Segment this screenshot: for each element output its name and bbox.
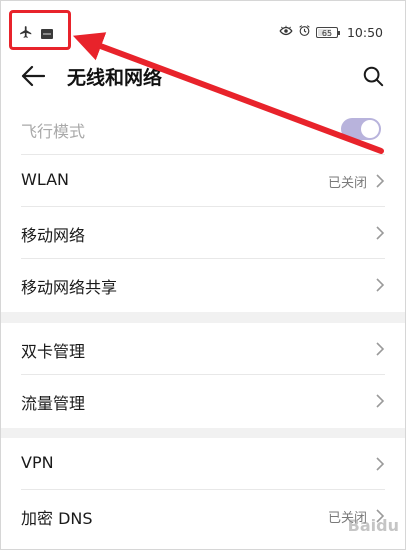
screen: 65 10:50 无线和网络 飞行模式 WLAN 已关闭 移动网络 移动网络共享… [0,0,406,550]
mobile-network-label: 移动网络 [21,226,86,245]
app-bar: 无线和网络 [1,49,405,103]
chevron-right-icon [376,394,385,408]
annotation-highlight-box [9,10,71,50]
clock-time: 10:50 [346,24,383,40]
search-button[interactable] [359,62,387,90]
data-usage-row[interactable]: 流量管理 [1,375,405,427]
settings-section-vpn: VPN 加密 DNS 已关闭 [1,438,405,549]
battery-icon: 65 [315,26,340,38]
tethering-label: 移动网络共享 [21,278,118,297]
wlan-status: 已关闭 [327,176,367,191]
tethering-row[interactable]: 移动网络共享 [1,259,405,311]
page-title: 无线和网络 [67,67,163,89]
alarm-icon [298,24,311,40]
back-arrow-icon [21,65,45,87]
wlan-label: WLAN [21,170,70,189]
wlan-row[interactable]: WLAN 已关闭 [1,155,405,207]
chevron-right-icon [376,174,385,188]
chevron-right-icon [376,342,385,356]
vpn-label: VPN [21,453,54,472]
data-usage-label: 流量管理 [21,394,86,413]
airplane-mode-label: 飞行模式 [21,122,86,141]
mobile-network-row[interactable]: 移动网络 [1,207,405,259]
back-button[interactable] [19,62,47,90]
eye-comfort-icon [279,25,293,40]
chevron-right-icon [376,457,385,471]
dual-sim-row[interactable]: 双卡管理 [1,323,405,375]
chevron-right-icon [376,226,385,240]
dual-sim-label: 双卡管理 [21,342,86,361]
chevron-right-icon [376,278,385,292]
status-bar-right: 65 10:50 [279,24,383,40]
watermark: Baidu [347,516,399,535]
airplane-mode-row: 飞行模式 [1,103,405,155]
private-dns-row[interactable]: 加密 DNS 已关闭 [1,490,405,542]
settings-section-network: 飞行模式 WLAN 已关闭 移动网络 移动网络共享 [1,103,405,312]
toggle-knob [361,120,379,138]
settings-section-sim: 双卡管理 流量管理 [1,323,405,428]
search-icon [363,66,384,87]
private-dns-label: 加密 DNS [21,509,93,528]
airplane-mode-toggle[interactable] [341,118,381,140]
battery-level: 65 [321,28,333,38]
vpn-row[interactable]: VPN [1,438,405,490]
